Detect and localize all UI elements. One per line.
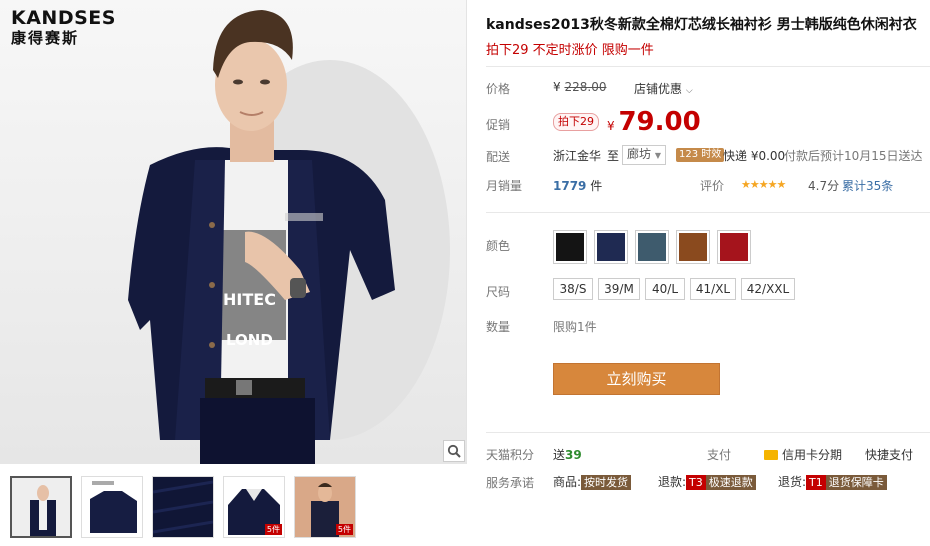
thumbnail-model-image (12, 478, 70, 536)
service-goods: 商品: 按时发货 (553, 473, 632, 490)
rating-stars: ★★★★★ (741, 177, 786, 191)
service-return-label: 退货: (778, 475, 807, 489)
shipping-destination-select[interactable]: 廊坊 ▼ (622, 145, 666, 165)
size-option-s[interactable]: 38/S (553, 278, 593, 300)
size-option-l[interactable]: 40/L (645, 278, 685, 300)
service-refund: 退款: T3 极速退款 (658, 473, 756, 490)
service-goods-label: 商品: (553, 475, 582, 489)
original-price: ¥ 228.00 (553, 80, 606, 94)
promo-tag: 拍下29 (553, 113, 599, 131)
divider (486, 66, 930, 67)
color-swatch-brown[interactable] (676, 230, 710, 264)
thumbnail-5[interactable]: 5件 (294, 476, 356, 538)
thumbnail-fabric-image (153, 477, 213, 537)
svg-text:HITEC: HITEC (223, 290, 276, 309)
shipping-fee: 快递 ¥0.00 (723, 149, 786, 163)
service-return-tag: 退货保障卡 (825, 475, 887, 490)
color-swatch-black[interactable] (553, 230, 587, 264)
swatch-fill (556, 233, 584, 261)
swatch-fill (679, 233, 707, 261)
service-return-code: T1 (806, 475, 826, 490)
thumbnail-badge: 5件 (335, 524, 353, 535)
quick-pay[interactable]: 快捷支付 (865, 446, 913, 463)
points-number: 39 (565, 448, 582, 462)
delivery-time-label: 123 时效 (676, 148, 725, 162)
points-value: 送39 (553, 446, 582, 463)
color-swatch-navy[interactable] (594, 230, 628, 264)
rating-label: 评价 (700, 179, 725, 193)
thumbnail-badge: 5件 (264, 524, 282, 535)
size-label: 尺码 (486, 285, 511, 299)
chevron-down-icon: ⌵ (685, 86, 693, 96)
chevron-down-icon: ▼ (654, 151, 661, 160)
credit-card-installment[interactable]: 信用卡分期 (764, 446, 842, 463)
divider (486, 432, 930, 433)
thumbnail-2[interactable] (81, 476, 143, 538)
currency-symbol: ¥ (607, 119, 615, 133)
rating-score: 4.7分 (808, 179, 840, 193)
product-promo-text: 拍下29 不定时涨价 限购一件 (486, 43, 654, 58)
points-label: 天猫积分 (486, 448, 535, 462)
size-option-xl[interactable]: 41/XL (690, 278, 736, 300)
service-refund-label: 退款: (658, 475, 687, 489)
magnifier-icon (447, 444, 461, 458)
swatch-fill (720, 233, 748, 261)
quantity-limit: 限购1件 (553, 320, 597, 334)
star-icon: ★★★★★ (741, 178, 786, 191)
product-main-image[interactable]: HITEC LOND KANDSES 康得赛斯 (0, 0, 467, 464)
credit-card-icon (764, 450, 778, 460)
model-photo: HITEC LOND (128, 10, 450, 464)
thumbnail-shirt-flat-image (82, 477, 142, 537)
swatch-fill (597, 233, 625, 261)
payment-label: 支付 (707, 448, 732, 462)
price-label: 价格 (486, 82, 511, 96)
original-price-value: 228.00 (564, 80, 607, 94)
shipping-destination: 廊坊 (627, 147, 652, 161)
shipping-eta: 付款后预计10月15日送达 (784, 149, 923, 163)
product-title: kandses2013秋冬新款全棉灯芯绒长袖衬衫 男士韩版纯色休闲衬衣 (486, 17, 917, 33)
zoom-button[interactable] (443, 440, 465, 462)
store-discount-label: 店铺优惠 (634, 82, 683, 96)
swatch-fill (638, 233, 666, 261)
current-price-value: 79.00 (618, 107, 701, 137)
brand-logo-en: KANDSES (11, 7, 116, 29)
color-swatch-slate[interactable] (635, 230, 669, 264)
service-refund-tag: 极速退款 (705, 475, 756, 490)
shipping-label: 配送 (486, 150, 511, 164)
monthly-sales: 1779 件 (553, 177, 602, 194)
divider (486, 212, 930, 213)
brand-logo-cn: 康得赛斯 (11, 29, 80, 47)
promo-label: 促销 (486, 118, 511, 132)
service-refund-code: T3 (686, 475, 706, 490)
thumbnail-3[interactable] (152, 476, 214, 538)
brand-logo: KANDSES 康得赛斯 (11, 7, 116, 47)
thumbnail-1[interactable] (10, 476, 72, 538)
quantity-label: 数量 (486, 320, 511, 334)
thumbnail-strip: 5件 5件 (0, 464, 467, 546)
shipping-from: 浙江金华 (553, 149, 602, 163)
review-count-link[interactable]: 累计35条 (842, 177, 893, 194)
service-label: 服务承诺 (486, 476, 535, 490)
store-discount-dropdown[interactable]: 店铺优惠 ⌵ (634, 80, 693, 97)
size-option-xxl[interactable]: 42/XXL (741, 278, 795, 300)
promo-tag-wrap: 拍下29 (553, 113, 599, 131)
points-prefix: 送 (553, 448, 566, 462)
shipping-to-label: 至 (607, 149, 620, 163)
color-label: 颜色 (486, 239, 511, 253)
service-goods-tag: 按时发货 (581, 475, 632, 490)
svg-text:LOND: LOND (226, 331, 273, 349)
size-option-m[interactable]: 39/M (598, 278, 640, 300)
currency-symbol: ¥ (553, 80, 561, 94)
buy-now-button[interactable]: 立刻购买 (553, 363, 720, 395)
delivery-time-tag: 123 时效 (676, 146, 725, 162)
thumbnail-4[interactable]: 5件 (223, 476, 285, 538)
service-return: 退货: T1 退货保障卡 (778, 473, 887, 490)
monthly-sales-count: 1779 (553, 179, 587, 193)
current-price: ¥ 79.00 (607, 107, 701, 137)
color-swatch-red[interactable] (717, 230, 751, 264)
monthly-sales-unit: 件 (590, 179, 603, 193)
monthly-sales-label: 月销量 (486, 179, 523, 193)
credit-card-label: 信用卡分期 (782, 448, 843, 462)
